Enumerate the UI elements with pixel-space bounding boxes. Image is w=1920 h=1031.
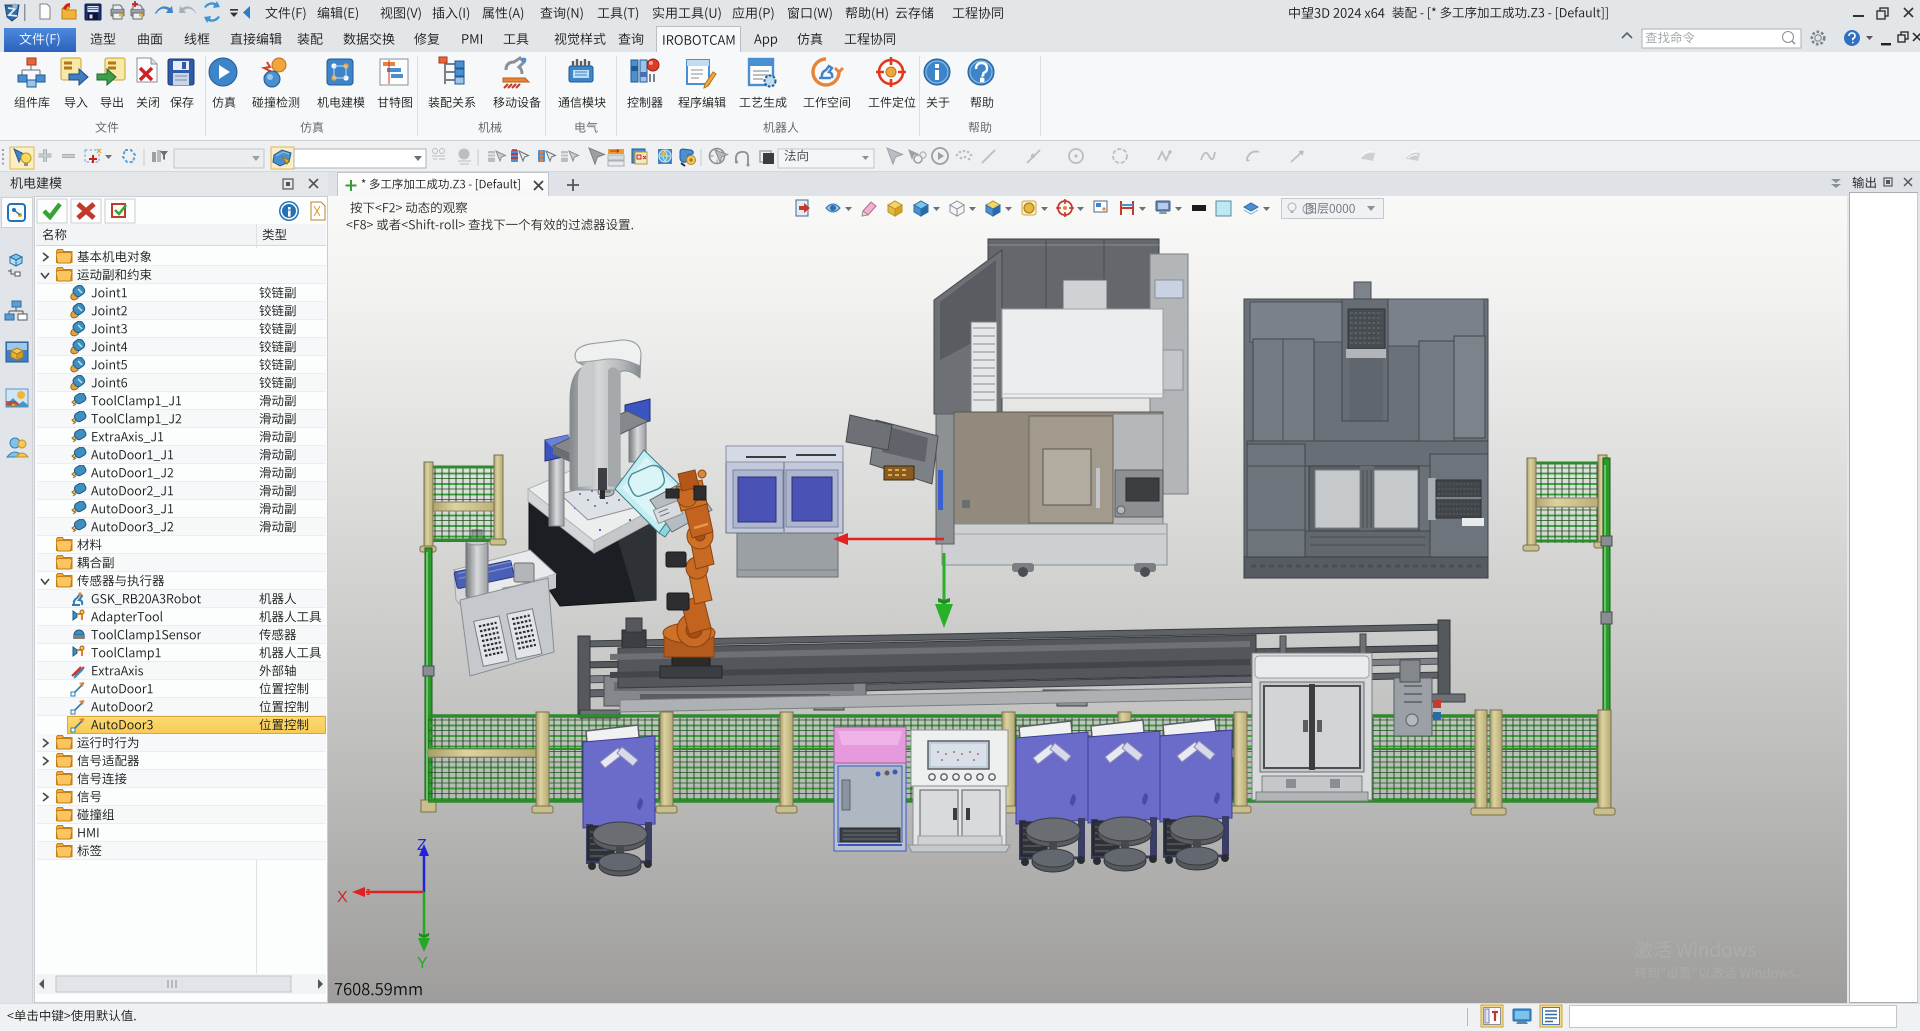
svg-text:Z: Z (417, 837, 427, 854)
svg-text:Y: Y (417, 955, 428, 972)
svg-text:X: X (337, 889, 348, 906)
